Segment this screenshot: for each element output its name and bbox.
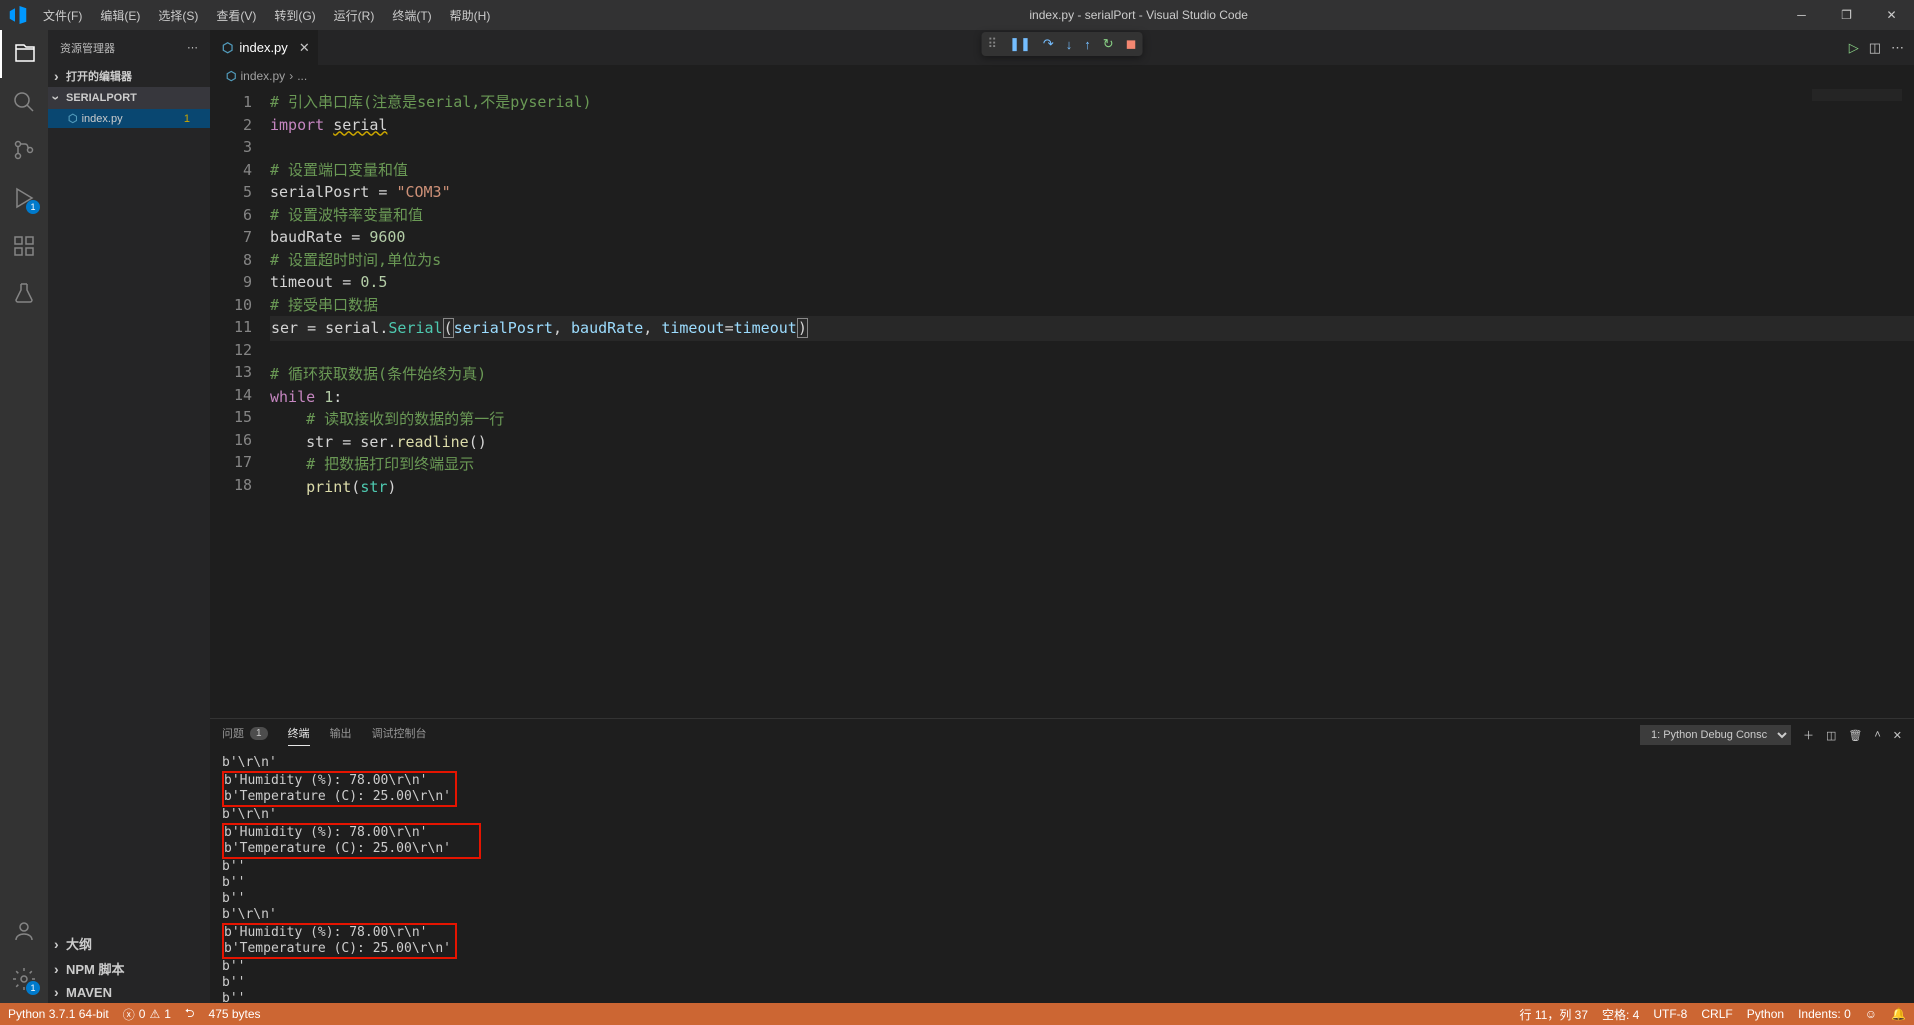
close-button[interactable]: ✕ — [1869, 0, 1914, 30]
tab-label: index.py — [239, 40, 287, 55]
status-feedback-icon[interactable]: ☺ — [1865, 1007, 1877, 1021]
step-out-icon[interactable]: ↑ — [1084, 37, 1091, 52]
sidebar: 资源管理器 ⋯ 打开的编辑器 SERIALPORT ⬡index.py 1 大纲… — [48, 30, 210, 1003]
search-icon[interactable] — [0, 78, 48, 126]
debug-icon[interactable]: 1 — [0, 174, 48, 222]
menu-go[interactable]: 转到(G) — [266, 3, 323, 28]
pause-icon[interactable]: ❚❚ — [1009, 36, 1031, 52]
debug-badge: 1 — [26, 200, 40, 214]
status-indents[interactable]: Indents: 0 — [1798, 1007, 1851, 1021]
python-file-icon: ⬡ — [226, 69, 236, 83]
menu-help[interactable]: 帮助(H) — [442, 3, 499, 28]
status-encoding[interactable]: UTF-8 — [1653, 1007, 1687, 1021]
terminal-output[interactable]: b'\r\n'b'Humidity (%): 78.00\r\n' b'Temp… — [210, 751, 1914, 1003]
debug-console-tab[interactable]: 调试控制台 — [372, 725, 427, 745]
more-icon[interactable]: ⋯ — [1891, 40, 1904, 56]
output-tab[interactable]: 输出 — [330, 725, 352, 745]
problems-tab[interactable]: 问题 1 — [222, 725, 268, 745]
python-file-icon: ⬡ — [222, 40, 233, 56]
status-cursor[interactable]: 行 11，列 37 — [1520, 1006, 1588, 1023]
step-over-icon[interactable]: ↷ — [1043, 36, 1054, 52]
grip-icon[interactable]: ⠿ — [988, 36, 998, 52]
stop-icon[interactable]: ◼ — [1126, 36, 1137, 52]
settings-icon[interactable]: 1 — [0, 955, 48, 1003]
gutter: 123456789101112131415161718 — [210, 87, 270, 718]
trash-icon[interactable]: 🗑 — [1848, 729, 1862, 742]
outline-section[interactable]: 大纲 — [48, 931, 210, 956]
maven-section[interactable]: MAVEN — [48, 981, 210, 1003]
close-icon[interactable]: ✕ — [299, 40, 310, 56]
project-section[interactable]: SERIALPORT — [48, 87, 210, 109]
maximize-panel-icon[interactable]: ˄ — [1874, 729, 1880, 741]
terminal-dropdown[interactable]: 1: Python Debug Consc — [1640, 725, 1791, 745]
maximize-button[interactable]: ❐ — [1824, 0, 1869, 30]
settings-badge: 1 — [26, 981, 40, 995]
python-file-icon: ⬡ — [68, 112, 78, 125]
menu-selection[interactable]: 选择(S) — [150, 3, 206, 28]
menu-run[interactable]: 运行(R) — [326, 3, 383, 28]
file-problem-badge: 1 — [184, 113, 190, 125]
tab-index[interactable]: ⬡ index.py ✕ — [210, 30, 319, 65]
split-terminal-icon[interactable]: ◫ — [1826, 729, 1836, 742]
vscode-icon — [0, 6, 35, 24]
status-bell-icon[interactable]: 🔔 — [1891, 1007, 1906, 1021]
tab-bar: ⬡ index.py ✕ ⠿ ❚❚ ↷ ↓ ↑ ↻ ◼ ▷ ◫ ⋯ — [210, 30, 1914, 65]
status-eol[interactable]: CRLF — [1701, 1007, 1732, 1021]
restart-icon[interactable]: ↻ — [1103, 36, 1114, 52]
step-into-icon[interactable]: ↓ — [1066, 37, 1073, 52]
panel: 问题 1 终端 输出 调试控制台 1: Python Debug Consc ＋… — [210, 718, 1914, 1003]
npm-section[interactable]: NPM 脚本 — [48, 956, 210, 981]
account-icon[interactable] — [0, 907, 48, 955]
close-panel-icon[interactable]: ✕ — [1893, 729, 1902, 742]
open-editors-section[interactable]: 打开的编辑器 — [48, 65, 210, 87]
source-control-icon[interactable] — [0, 126, 48, 174]
code-editor[interactable]: 123456789101112131415161718 # 引入串口库(注意是s… — [210, 87, 1914, 718]
window-title: index.py - serialPort - Visual Studio Co… — [498, 8, 1779, 22]
title-bar: 文件(F) 编辑(E) 选择(S) 查看(V) 转到(G) 运行(R) 终端(T… — [0, 0, 1914, 30]
breadcrumb[interactable]: ⬡ index.py › ... — [210, 65, 1914, 87]
menu-bar: 文件(F) 编辑(E) 选择(S) 查看(V) 转到(G) 运行(R) 终端(T… — [35, 3, 498, 28]
menu-terminal[interactable]: 终端(T) — [384, 3, 439, 28]
status-problems[interactable]: ⓧ 0 ⚠ 1 — [123, 1006, 171, 1023]
extensions-icon[interactable] — [0, 222, 48, 270]
minimize-button[interactable]: ─ — [1779, 0, 1824, 30]
status-python[interactable]: Python 3.7.1 64-bit — [8, 1007, 109, 1021]
debug-toolbar[interactable]: ⠿ ❚❚ ↷ ↓ ↑ ↻ ◼ — [982, 32, 1143, 56]
split-editor-icon[interactable]: ◫ — [1869, 40, 1881, 56]
terminal-tab[interactable]: 终端 — [288, 725, 310, 746]
file-item-index[interactable]: ⬡index.py 1 — [48, 109, 210, 128]
menu-view[interactable]: 查看(V) — [208, 3, 264, 28]
activity-bar: 1 1 — [0, 30, 48, 1003]
editor-area: ⬡ index.py ✕ ⠿ ❚❚ ↷ ↓ ↑ ↻ ◼ ▷ ◫ ⋯ ⬡ inde… — [210, 30, 1914, 1003]
sidebar-title: 资源管理器 — [60, 40, 115, 56]
explorer-icon[interactable] — [0, 30, 48, 78]
status-spaces[interactable]: 空格: 4 — [1602, 1006, 1639, 1023]
run-icon[interactable]: ▷ — [1849, 40, 1859, 56]
sidebar-more-icon[interactable]: ⋯ — [187, 41, 198, 54]
new-terminal-icon[interactable]: ＋ — [1803, 727, 1814, 743]
status-bar: Python 3.7.1 64-bit ⓧ 0 ⚠ 1 ⮌ 475 bytes … — [0, 1003, 1914, 1025]
problems-badge: 1 — [250, 727, 268, 740]
status-share[interactable]: ⮌ — [185, 1004, 195, 1025]
testing-icon[interactable] — [0, 270, 48, 318]
menu-edit[interactable]: 编辑(E) — [92, 3, 148, 28]
status-size[interactable]: 475 bytes — [209, 1007, 261, 1021]
menu-file[interactable]: 文件(F) — [35, 3, 90, 28]
status-language[interactable]: Python — [1747, 1007, 1784, 1021]
minimap[interactable] — [1812, 89, 1902, 209]
